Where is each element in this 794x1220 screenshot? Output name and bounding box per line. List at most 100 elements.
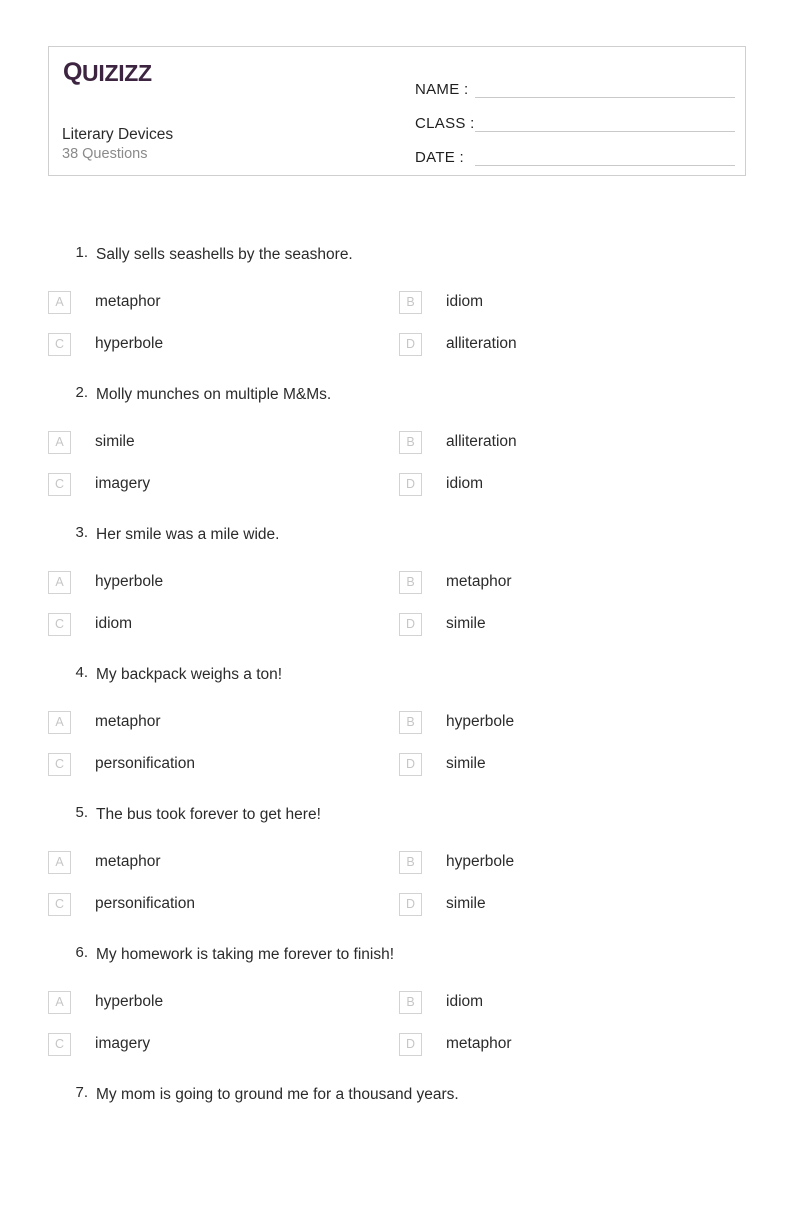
option-letter-box[interactable]: A xyxy=(48,710,71,734)
question-header: 7. My mom is going to ground me for a tho… xyxy=(0,1080,794,1122)
question-number: 7. xyxy=(75,1084,88,1101)
option-letter-box[interactable]: C xyxy=(48,332,71,356)
question-number: 6. xyxy=(75,944,88,961)
option-letter-box[interactable]: C xyxy=(48,472,71,496)
answer-option-c[interactable]: Cpersonification xyxy=(48,752,388,776)
option-letter-box[interactable]: D xyxy=(399,612,422,636)
class-field-row: CLASS : xyxy=(415,101,735,135)
answer-option-c[interactable]: Cimagery xyxy=(48,1032,388,1056)
answer-option-d[interactable]: Dsimile xyxy=(399,892,739,916)
option-letter-box[interactable]: D xyxy=(399,1032,422,1056)
option-label: metaphor xyxy=(446,1034,512,1052)
answer-option-c[interactable]: Cpersonification xyxy=(48,892,388,916)
answer-option-d[interactable]: Dsimile xyxy=(399,752,739,776)
option-letter-box[interactable]: A xyxy=(48,290,71,314)
answer-options: Ametaphor Bhyperbole Cpersonification Dsimi… xyxy=(0,702,794,798)
option-label: hyperbole xyxy=(446,712,515,730)
option-letter-box[interactable]: C xyxy=(48,1032,71,1056)
class-field-input[interactable] xyxy=(475,130,735,132)
question-block: 7. My mom is going to ground me for a tho… xyxy=(0,1080,794,1220)
answer-options: Ametaphor Bidiom Chyperbole Dalliteration xyxy=(0,282,794,378)
option-letter-box[interactable]: A xyxy=(48,990,71,1014)
quiz-title: Literary Devices xyxy=(62,126,174,143)
question-block: 4. My backpack weighs a ton! Ametaphor Bhyp… xyxy=(0,660,794,800)
option-letter-box[interactable]: B xyxy=(399,570,422,594)
option-letter-box[interactable]: D xyxy=(399,892,422,916)
answer-option-d[interactable]: Dalliteration xyxy=(399,332,739,356)
option-letter-box[interactable]: A xyxy=(48,430,71,454)
question-number: 5. xyxy=(75,804,88,821)
option-letter-box[interactable]: D xyxy=(399,332,422,356)
answer-option-b[interactable]: Bidiom xyxy=(399,290,739,314)
option-label: simile xyxy=(95,432,135,450)
answer-option-a[interactable]: Ametaphor xyxy=(48,290,388,314)
option-label: metaphor xyxy=(95,292,161,310)
option-label: alliteration xyxy=(446,432,517,450)
option-letter-box[interactable]: A xyxy=(48,570,71,594)
option-label: idiom xyxy=(446,474,484,492)
option-letter-box[interactable]: C xyxy=(48,752,71,776)
option-label: personification xyxy=(95,754,195,772)
question-header: 3. Her smile was a mile wide. xyxy=(0,520,794,562)
question-text: My backpack weighs a ton! xyxy=(96,666,283,683)
name-field-row: NAME : xyxy=(415,67,735,101)
option-label: alliteration xyxy=(446,334,517,352)
option-letter-box[interactable]: D xyxy=(399,472,422,496)
student-info-fields: NAME : CLASS : DATE : xyxy=(415,67,735,169)
answer-option-c[interactable]: Chyperbole xyxy=(48,332,388,356)
answer-option-c[interactable]: Cimagery xyxy=(48,472,388,496)
answer-options: Ahyperbole Bidiom Cimagery Dmetaphor xyxy=(0,982,794,1078)
option-letter-box[interactable]: A xyxy=(48,850,71,874)
question-header: 2. Molly munches on multiple M&Ms. xyxy=(0,380,794,422)
option-label: imagery xyxy=(95,474,151,492)
answer-options: Ahyperbole Bmetaphor Cidiom Dsimile xyxy=(0,562,794,658)
option-label: metaphor xyxy=(95,712,161,730)
answer-option-b[interactable]: Bmetaphor xyxy=(399,570,739,594)
answer-option-a[interactable]: Asimile xyxy=(48,430,388,454)
option-label: simile xyxy=(446,614,486,632)
answer-option-b[interactable]: Bhyperbole xyxy=(399,850,739,874)
answer-option-d[interactable]: Didiom xyxy=(399,472,739,496)
option-label: idiom xyxy=(446,292,484,310)
question-block: 2. Molly munches on multiple M&Ms. Asimile… xyxy=(0,380,794,520)
option-letter-box[interactable]: B xyxy=(399,850,422,874)
quizizz-logo: Q UIZIZZ xyxy=(63,60,152,85)
question-block: 5. The bus took forever to get here! Ameta… xyxy=(0,800,794,940)
answer-option-b[interactable]: Balliteration xyxy=(399,430,739,454)
question-header: 6. My homework is taking me forever to fi… xyxy=(0,940,794,982)
option-label: simile xyxy=(446,894,486,912)
answer-option-a[interactable]: Ahyperbole xyxy=(48,990,388,1014)
answer-option-b[interactable]: Bidiom xyxy=(399,990,739,1014)
option-letter-box[interactable]: B xyxy=(399,710,422,734)
option-label: hyperbole xyxy=(95,572,164,590)
worksheet-header-card: Q UIZIZZ Literary Devices 38 Questions NA… xyxy=(48,46,746,176)
question-number: 1. xyxy=(75,244,88,261)
answer-option-a[interactable]: Ahyperbole xyxy=(48,570,388,594)
answer-option-b[interactable]: Bhyperbole xyxy=(399,710,739,734)
option-label: idiom xyxy=(446,992,484,1010)
name-field-label: NAME : xyxy=(415,81,469,98)
option-label: hyperbole xyxy=(446,852,515,870)
option-letter-box[interactable]: C xyxy=(48,892,71,916)
answer-options: Ametaphor Bhyperbole Cpersonification Dsimi… xyxy=(0,842,794,938)
question-text: My mom is going to ground me for a thous… xyxy=(96,1086,459,1103)
answer-option-d[interactable]: Dmetaphor xyxy=(399,1032,739,1056)
date-field-input[interactable] xyxy=(475,164,735,166)
question-header: 1. Sally sells seashells by the seashore. xyxy=(0,240,794,282)
option-letter-box[interactable]: D xyxy=(399,752,422,776)
answer-option-a[interactable]: Ametaphor xyxy=(48,850,388,874)
question-text: Her smile was a mile wide. xyxy=(96,526,280,543)
question-list: 1. Sally sells seashells by the seashore.… xyxy=(0,240,794,1220)
class-field-label: CLASS : xyxy=(415,115,475,132)
option-letter-box[interactable]: B xyxy=(399,290,422,314)
answer-option-d[interactable]: Dsimile xyxy=(399,612,739,636)
answer-option-a[interactable]: Ametaphor xyxy=(48,710,388,734)
answer-option-c[interactable]: Cidiom xyxy=(48,612,388,636)
option-label: simile xyxy=(446,754,486,772)
option-letter-box[interactable]: B xyxy=(399,430,422,454)
option-letter-box[interactable]: B xyxy=(399,990,422,1014)
name-field-input[interactable] xyxy=(475,96,735,98)
date-field-label: DATE : xyxy=(415,149,465,166)
option-label: metaphor xyxy=(95,852,161,870)
option-letter-box[interactable]: C xyxy=(48,612,71,636)
